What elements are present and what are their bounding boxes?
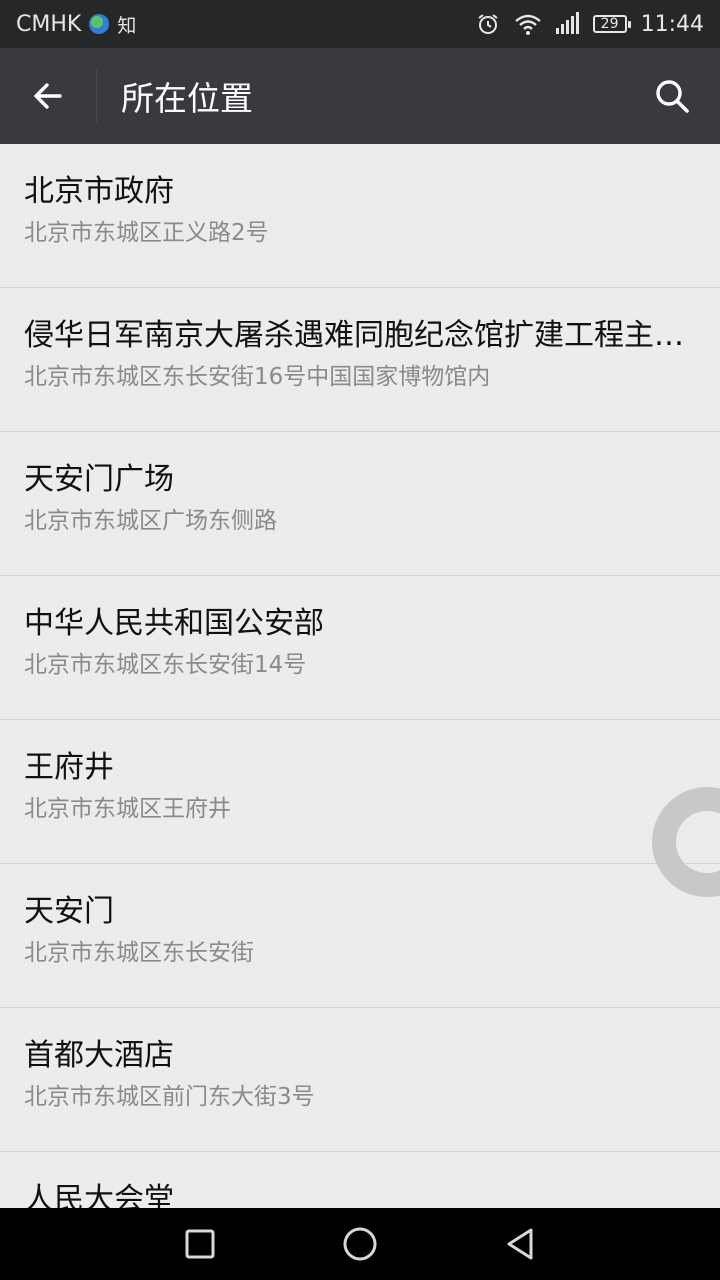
location-name: 北京市政府	[24, 174, 174, 209]
app-indicator: 知	[117, 14, 137, 37]
location-address: 北京市东城区广场东侧路	[24, 508, 277, 534]
globe-icon	[89, 14, 110, 34]
location-item[interactable]: 天安门 北京市东城区东长安街	[0, 864, 720, 1008]
battery-level: 29	[600, 16, 619, 32]
location-item[interactable]: 天安门广场 北京市东城区广场东侧路	[0, 432, 720, 576]
carrier-label: CMHK	[16, 11, 82, 37]
home-button[interactable]	[324, 1208, 396, 1280]
location-name: 天安门	[24, 894, 114, 929]
home-circle-icon	[343, 1227, 377, 1261]
location-name: 首都大酒店	[24, 1038, 174, 1073]
location-item[interactable]: 人民大会堂	[0, 1152, 720, 1208]
page-title: 所在位置	[121, 79, 253, 118]
search-icon	[656, 80, 689, 113]
navigation-bar	[0, 1208, 720, 1280]
location-address: 北京市东城区东长安街	[24, 940, 254, 966]
location-name: 天安门广场	[24, 462, 174, 497]
location-name: 中华人民共和国公安部	[24, 606, 324, 641]
location-item[interactable]: 侵华日军南京大屠杀遇难同胞纪念馆扩建工程主… 北京市东城区东长安街16号中国国家…	[0, 288, 720, 432]
location-item[interactable]: 中华人民共和国公安部 北京市东城区东长安街14号	[0, 576, 720, 720]
wifi-icon	[514, 14, 541, 35]
app-bar: 所在位置	[0, 48, 720, 144]
back-arrow-icon	[34, 83, 62, 109]
back-button[interactable]	[0, 48, 96, 144]
location-address: 北京市东城区东长安街14号	[24, 652, 307, 678]
location-address: 北京市东城区正义路2号	[24, 220, 269, 246]
location-item[interactable]: 北京市政府 北京市东城区正义路2号	[0, 144, 720, 288]
search-button[interactable]	[624, 48, 720, 144]
location-address: 北京市东城区前门东大街3号	[24, 1084, 315, 1110]
clock: 11:44	[640, 11, 704, 37]
location-name: 王府井	[24, 750, 114, 785]
status-bar: CMHK 知 29 11:44	[0, 0, 720, 48]
nav-back-button[interactable]	[484, 1208, 556, 1280]
alarm-icon	[477, 14, 498, 34]
location-address: 北京市东城区王府井	[24, 796, 231, 822]
location-list: 北京市政府 北京市东城区正义路2号 侵华日军南京大屠杀遇难同胞纪念馆扩建工程主……	[0, 144, 720, 1208]
back-triangle-icon	[507, 1228, 533, 1260]
location-name: 侵华日军南京大屠杀遇难同胞纪念馆扩建工程主…	[24, 318, 684, 353]
location-name: 人民大会堂	[24, 1182, 174, 1208]
status-right: 29 11:44	[476, 12, 704, 37]
screen: CMHK 知 29 11:44 所在位置 北京市政府 北京市东城区正义路2号 侵…	[0, 0, 720, 1280]
recents-square-icon	[185, 1229, 215, 1259]
location-address: 北京市东城区东长安街16号中国国家博物馆内	[24, 364, 491, 390]
location-item[interactable]: 首都大酒店 北京市东城区前门东大街3号	[0, 1008, 720, 1152]
recents-button[interactable]	[164, 1208, 236, 1280]
battery-icon: 29	[592, 15, 631, 33]
app-bar-divider	[96, 70, 97, 122]
signal-icon	[555, 12, 579, 34]
status-left: CMHK 知	[16, 11, 136, 38]
location-item[interactable]: 王府井 北京市东城区王府井	[0, 720, 720, 864]
